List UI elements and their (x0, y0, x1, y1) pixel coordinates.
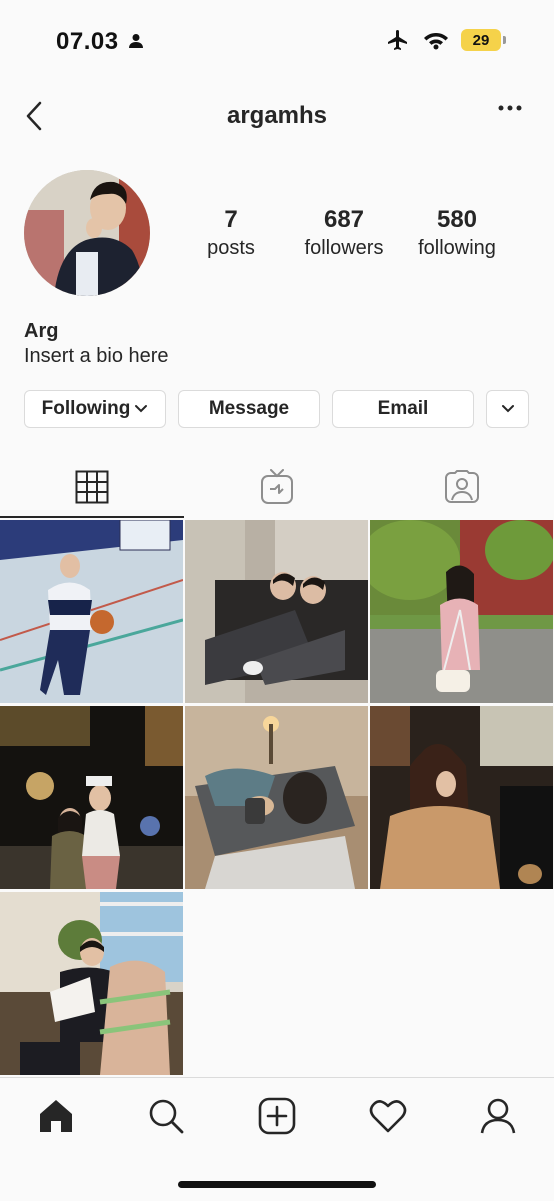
battery-indicator: 29 (461, 29, 506, 51)
nav-new-post[interactable] (255, 1094, 299, 1138)
heart-icon (369, 1100, 407, 1133)
posts-count[interactable]: 7 posts (171, 205, 291, 261)
avatar[interactable] (24, 170, 150, 296)
profile-tabs (0, 455, 554, 518)
email-button[interactable]: Email (332, 390, 474, 428)
following-count[interactable]: 580 following (397, 205, 517, 261)
post-thumbnail[interactable] (0, 520, 183, 703)
message-button-label: Message (208, 398, 290, 419)
wifi-icon (424, 33, 448, 50)
post-thumbnail[interactable] (0, 706, 183, 889)
nav-search[interactable] (144, 1094, 188, 1138)
grid-icon (75, 470, 109, 503)
followers-value: 687 (323, 206, 365, 233)
message-button[interactable]: Message (178, 390, 320, 428)
post-thumbnail[interactable] (185, 706, 368, 889)
email-button-label: Email (377, 398, 429, 419)
followers-label: followers (304, 237, 384, 259)
post-thumbnail[interactable] (370, 520, 553, 703)
status-bar: 07.03 29 (0, 0, 554, 84)
nav-activity[interactable] (366, 1094, 410, 1138)
profile-username: argamhs (226, 102, 328, 129)
post-thumbnail[interactable] (185, 520, 368, 703)
home-icon (40, 1100, 72, 1132)
profile-name: Arg (24, 320, 59, 342)
post-thumbnail[interactable] (0, 892, 183, 1075)
nav-home[interactable] (34, 1094, 78, 1138)
profile-icon (480, 1098, 516, 1134)
chevron-down-icon (135, 405, 148, 413)
suggested-accounts-button[interactable] (486, 390, 529, 428)
home-indicator (178, 1181, 376, 1188)
following-button-label: Following (41, 398, 131, 419)
posts-label: posts (207, 237, 255, 259)
active-tab-indicator (0, 516, 184, 518)
post-thumbnail[interactable] (370, 706, 553, 889)
status-time: 07.03 (56, 28, 119, 55)
airplane-icon (388, 30, 407, 50)
person-status-icon (129, 34, 143, 48)
following-value: 580 (436, 206, 478, 233)
profile-bio: Insert a bio here (24, 345, 169, 367)
profile-header: argamhs (0, 84, 554, 148)
igtv-icon (261, 468, 293, 504)
more-options-icon[interactable] (498, 104, 522, 112)
tagged-icon (445, 469, 479, 503)
tab-igtv[interactable] (185, 455, 369, 518)
tab-posts-grid[interactable] (0, 455, 184, 518)
followers-count[interactable]: 687 followers (284, 205, 404, 261)
search-icon (149, 1099, 184, 1134)
nav-profile[interactable] (476, 1094, 520, 1138)
following-label: following (418, 237, 496, 259)
new-post-icon (258, 1097, 296, 1135)
posts-value: 7 (224, 206, 238, 233)
tab-tagged[interactable] (370, 455, 554, 518)
chevron-down-icon (501, 405, 514, 413)
battery-level: 29 (472, 31, 490, 49)
following-button[interactable]: Following (24, 390, 166, 428)
